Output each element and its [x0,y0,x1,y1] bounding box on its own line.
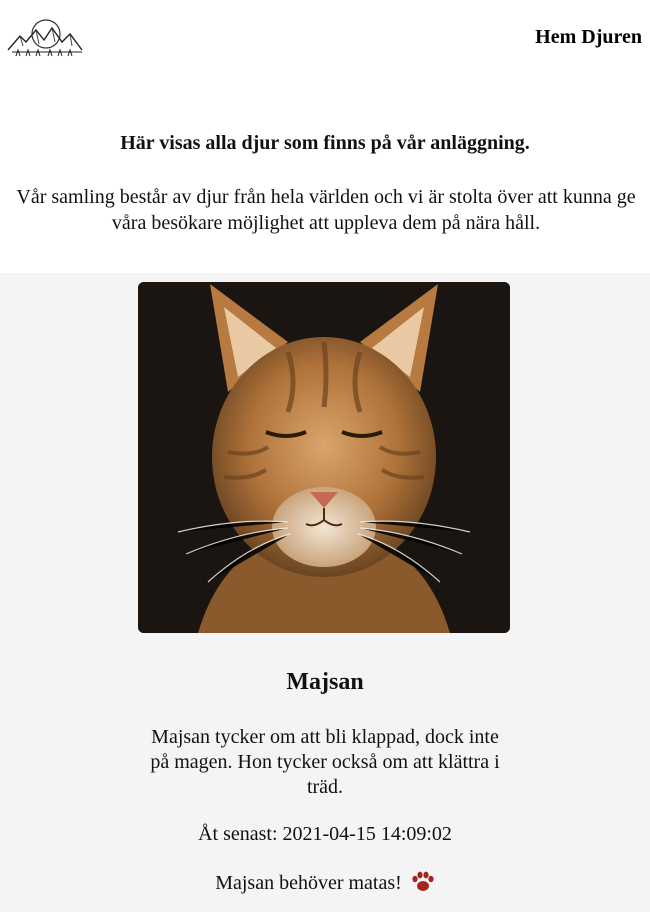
nav-link-djuren[interactable]: Djuren [581,26,642,49]
animal-gallery: Majsan Majsan tycker om att bli klappad,… [0,273,650,912]
intro-heading: Här visas alla djur som finns på vår anl… [120,132,530,154]
feed-status: Majsan behöver matas! [0,871,650,899]
mountain-logo-icon[interactable] [6,16,84,58]
cat-photo[interactable] [138,282,510,633]
animal-name: Majsan [286,669,364,695]
last-fed-label: Åt senast: 2021-04-15 14:09:02 [198,823,452,845]
intro-text: Vår samling består av djur från hela vär… [16,186,636,234]
header: Hem Djuren [0,0,650,72]
animal-description: Majsan tycker om att bli klappad, dock i… [150,726,500,798]
nav-link-hem[interactable]: Hem [535,26,576,49]
feed-status-text: Majsan behöver matas! [215,872,402,894]
paw-icon[interactable] [411,871,435,899]
intro-section: Här visas alla djur som finns på vår anl… [0,130,650,236]
main-nav: Hem Djuren [535,26,642,49]
